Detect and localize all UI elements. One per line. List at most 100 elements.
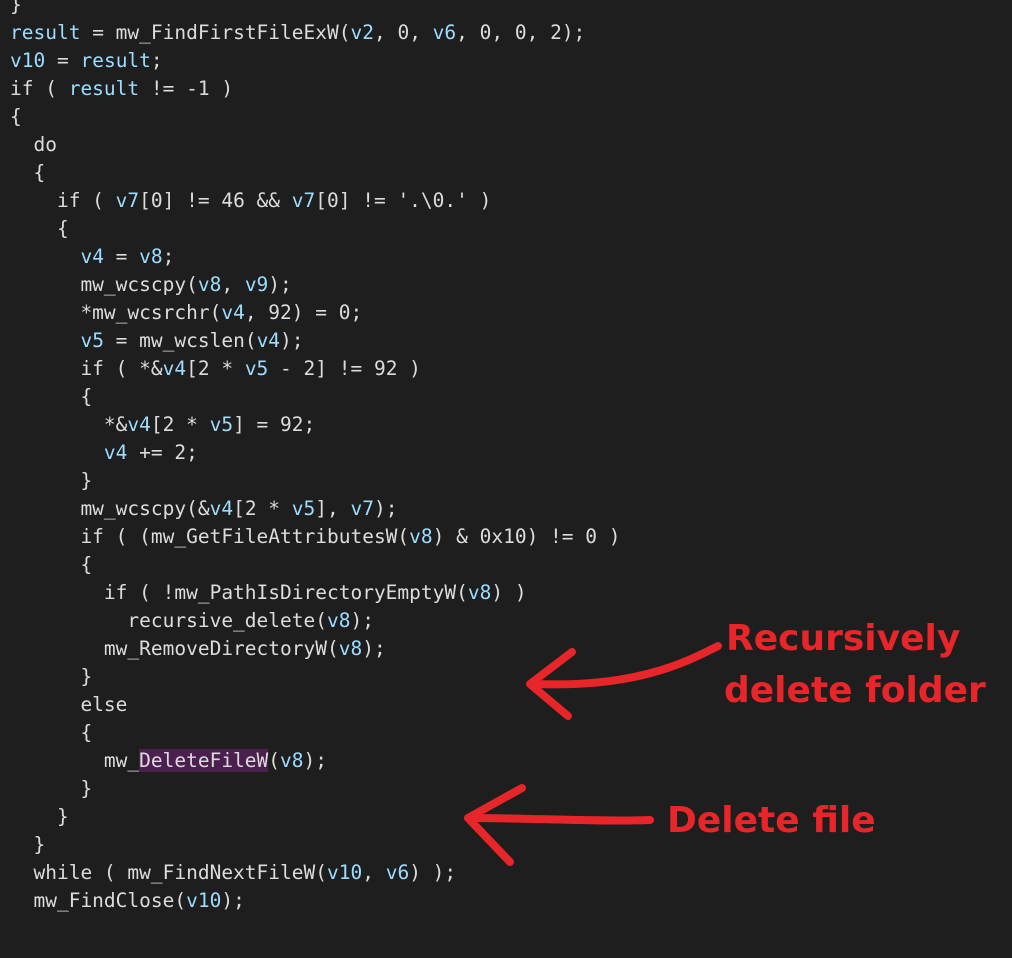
code-token: if ( *&	[10, 357, 163, 380]
code-variable: v8	[139, 245, 163, 268]
code-line[interactable]: }	[10, 0, 22, 19]
code-variable: v10	[186, 889, 222, 912]
code-line[interactable]: *&v4[2 * v5] = 92;	[10, 411, 315, 439]
code-line[interactable]: v10 = result;	[10, 47, 163, 75]
code-token: else	[10, 693, 128, 716]
code-line[interactable]: if ( *&v4[2 * v5 - 2] != 92 )	[10, 355, 421, 383]
code-line[interactable]: if ( !mw_PathIsDirectoryEmptyW(v8) )	[10, 579, 527, 607]
code-token: ) )	[491, 581, 527, 604]
code-token: );	[350, 609, 374, 632]
code-token: }	[10, 665, 93, 688]
annotation-delete-file: Delete file	[667, 800, 876, 841]
code-token: mw_	[10, 749, 140, 772]
code-variable: v4	[221, 301, 245, 324]
code-line[interactable]: mw_wcscpy(v8, v9);	[10, 271, 291, 299]
code-line[interactable]: v4 += 2;	[10, 439, 198, 467]
code-token: mw_RemoveDirectoryW(	[10, 637, 339, 660]
code-variable: v9	[244, 273, 269, 296]
code-line[interactable]: if ( (mw_GetFileAttributesW(v8) & 0x10) …	[10, 523, 621, 551]
code-variable: v8	[326, 609, 351, 632]
code-token: - 2] != 92 )	[268, 357, 421, 380]
code-token: {	[10, 105, 22, 128]
code-line[interactable]: do	[10, 131, 57, 159]
code-token: = mw_wcslen(	[103, 329, 257, 352]
code-line[interactable]: *mw_wcsrchr(v4, 92) = 0;	[10, 299, 362, 327]
code-token: , 0,	[373, 21, 433, 44]
code-line[interactable]: mw_RemoveDirectoryW(v8);	[10, 635, 386, 663]
code-variable: v7	[115, 189, 140, 212]
code-variable: v6	[432, 21, 457, 44]
code-line[interactable]: mw_wcscpy(&v4[2 * v5], v7);	[10, 495, 397, 523]
code-variable: v4	[209, 497, 234, 520]
code-token: mw_FindClose(	[10, 889, 187, 912]
code-token: if ( !mw_PathIsDirectoryEmptyW(	[10, 581, 468, 604]
code-variable: v5	[244, 357, 269, 380]
code-variable: v2	[350, 21, 374, 44]
code-line[interactable]: }	[10, 803, 69, 831]
code-line[interactable]: {	[10, 215, 69, 243]
code-token: = mw_FindFirstFileExW(	[80, 21, 351, 44]
arrow-to-recursive-delete	[531, 642, 722, 689]
arrow-to-delete-file	[466, 814, 654, 825]
code-token: [2 *	[233, 497, 292, 520]
code-token: }	[10, 0, 22, 16]
code-token: , 92) = 0;	[244, 301, 363, 324]
code-token: );	[303, 749, 327, 772]
code-token: ;	[162, 245, 175, 268]
code-token: );	[362, 637, 386, 660]
code-variable: result	[10, 21, 81, 44]
code-variable: v4	[162, 357, 187, 380]
code-variable: v5	[209, 413, 234, 436]
code-token: ] = 92;	[233, 413, 316, 436]
code-line[interactable]: result = mw_FindFirstFileExW(v2, 0, v6, …	[10, 19, 585, 47]
code-token: ) & 0x10) != 0 )	[432, 525, 621, 548]
code-token: mw_wcscpy(	[10, 273, 198, 296]
code-token: =	[103, 245, 140, 268]
code-token: (	[268, 749, 281, 772]
code-line[interactable]: {	[10, 103, 22, 131]
code-line[interactable]: mw_DeleteFileW(v8);	[10, 747, 327, 775]
code-line[interactable]: {	[10, 159, 45, 187]
code-token: [2 *	[150, 413, 210, 436]
code-line[interactable]: }	[10, 775, 92, 803]
code-variable: v10	[326, 861, 363, 884]
code-token: do	[10, 133, 57, 156]
code-variable: v6	[385, 861, 410, 884]
code-line[interactable]: recursive_delete(v8);	[10, 607, 374, 635]
code-line[interactable]: {	[10, 551, 92, 579]
code-line[interactable]: if ( v7[0] != 46 && v7[0] != '.\0.' )	[10, 187, 491, 215]
code-token: ],	[315, 497, 351, 520]
code-token: *&	[10, 413, 128, 436]
code-line[interactable]: {	[10, 383, 92, 411]
annotation-recursive-line1: Recursively	[726, 618, 961, 659]
code-line[interactable]: }	[10, 467, 92, 495]
code-token: {	[10, 385, 93, 408]
code-line[interactable]: }	[10, 663, 92, 691]
code-variable: v4	[103, 441, 128, 464]
code-line[interactable]: mw_FindClose(v10);	[10, 887, 244, 915]
code-token: );	[280, 329, 304, 352]
code-token: [0] != 46 &&	[139, 189, 292, 212]
code-variable: v8	[338, 637, 363, 660]
code-line[interactable]: }	[10, 831, 45, 859]
pseudocode-view[interactable]: } result = mw_FindFirstFileExW(v2, 0, v6,…	[0, 0, 1012, 958]
code-variable: v7	[291, 189, 316, 212]
code-line[interactable]: {	[10, 719, 92, 747]
code-line[interactable]: if ( result != -1 )	[10, 75, 233, 103]
code-token: );	[373, 497, 398, 520]
code-variable: v4	[80, 245, 104, 268]
code-line[interactable]: while ( mw_FindNextFileW(v10, v6) );	[10, 859, 456, 887]
annotation-recursive-line2: delete folder	[724, 670, 986, 711]
code-token: [0] != '.\0.' )	[315, 189, 492, 212]
code-variable: v8	[280, 749, 304, 772]
code-variable: v7	[350, 497, 374, 520]
code-line[interactable]: else	[10, 691, 127, 719]
code-line[interactable]: v5 = mw_wcslen(v4);	[10, 327, 304, 355]
code-line[interactable]: v4 = v8;	[10, 243, 174, 271]
code-variable: v4	[127, 413, 151, 436]
code-token: }	[10, 833, 46, 856]
code-variable: v8	[409, 525, 433, 548]
code-token: ) );	[409, 861, 457, 884]
